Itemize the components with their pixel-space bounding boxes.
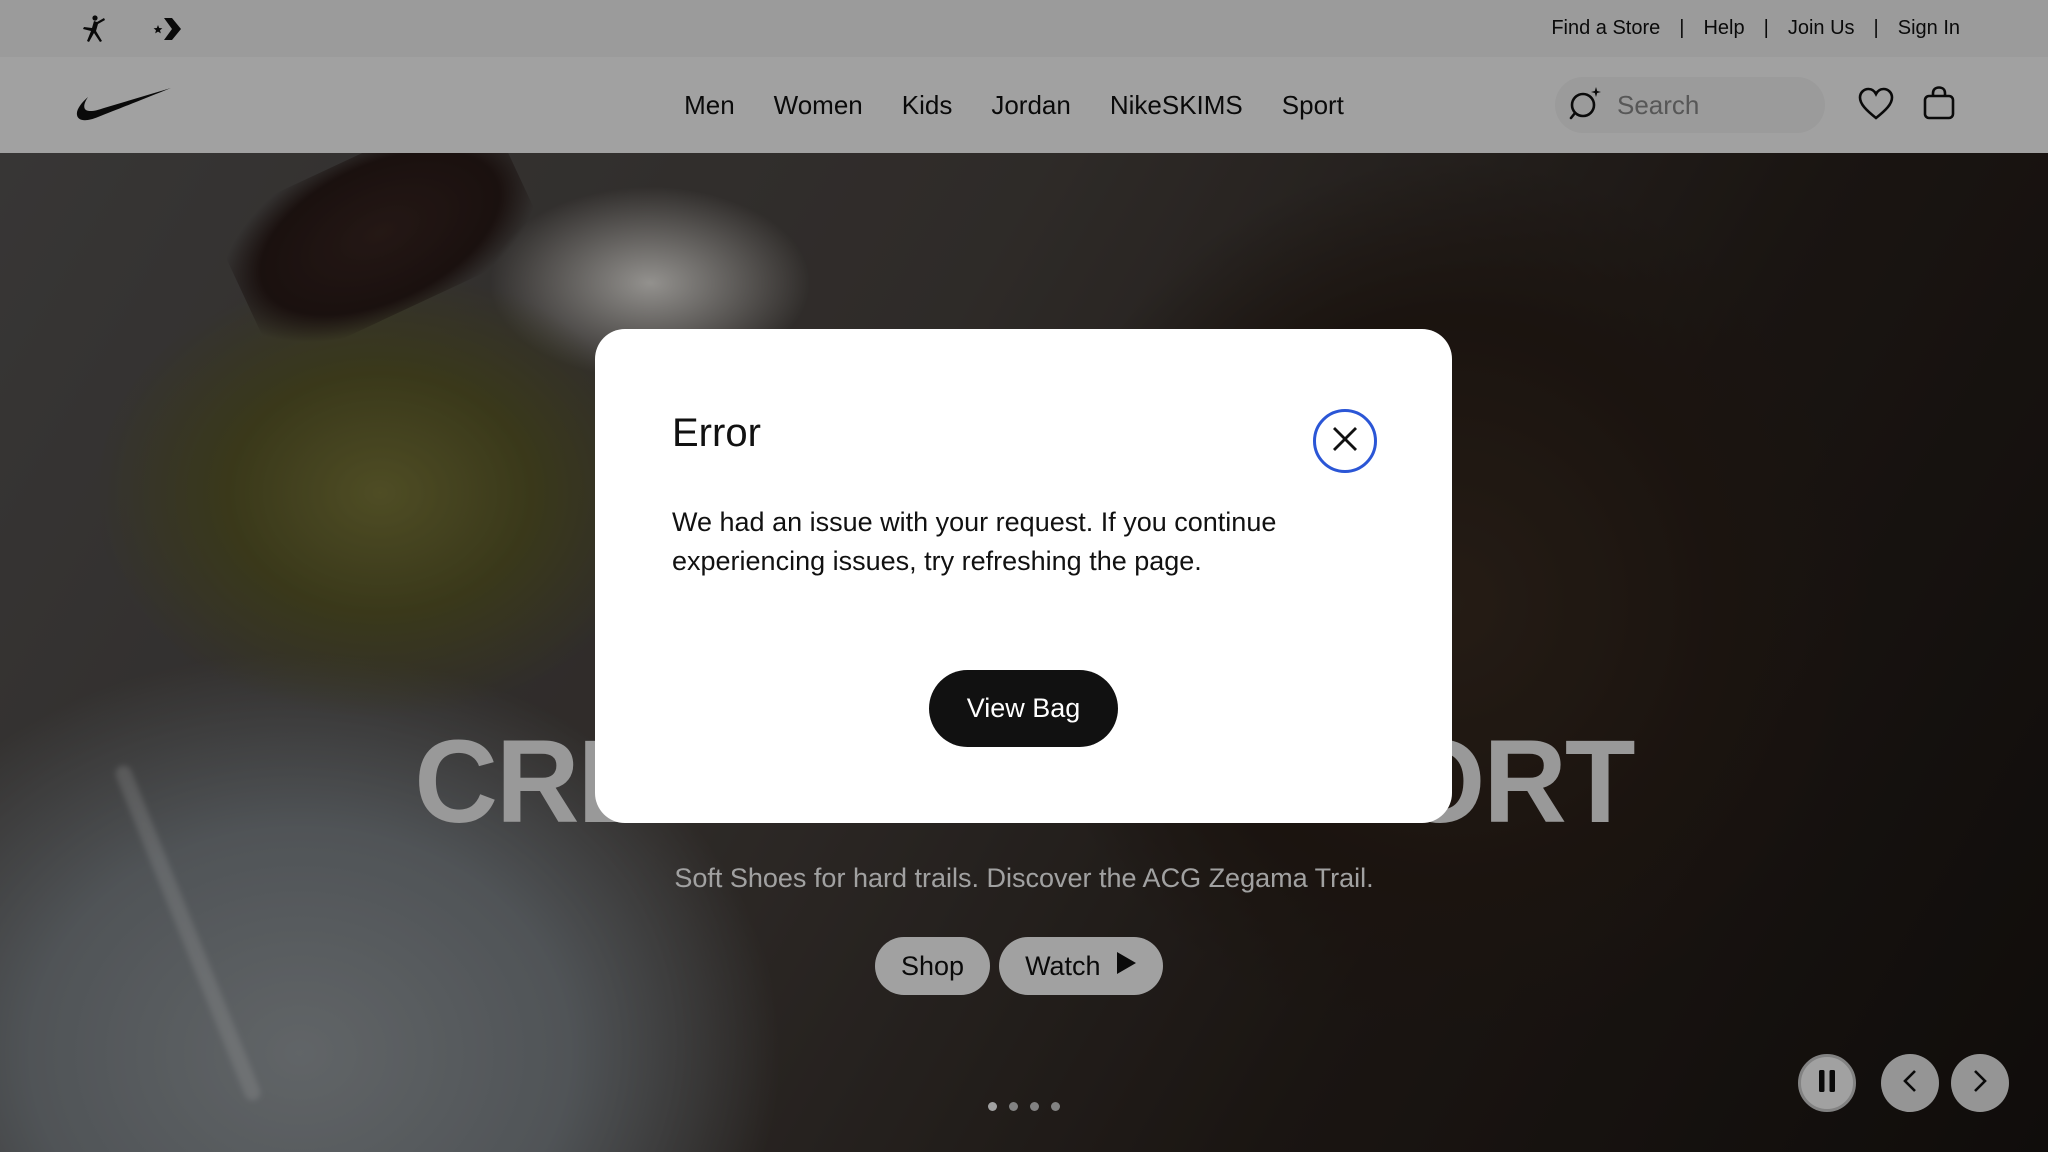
dialog-message: We had an issue with your request. If yo… (672, 507, 1277, 576)
error-dialog: Error We had an issue with your request.… (595, 329, 1452, 823)
close-button[interactable] (1313, 409, 1377, 473)
close-icon (1331, 425, 1359, 458)
view-bag-label: View Bag (966, 693, 1081, 723)
view-bag-button[interactable]: View Bag (929, 670, 1118, 747)
dialog-title: Error (672, 411, 761, 455)
